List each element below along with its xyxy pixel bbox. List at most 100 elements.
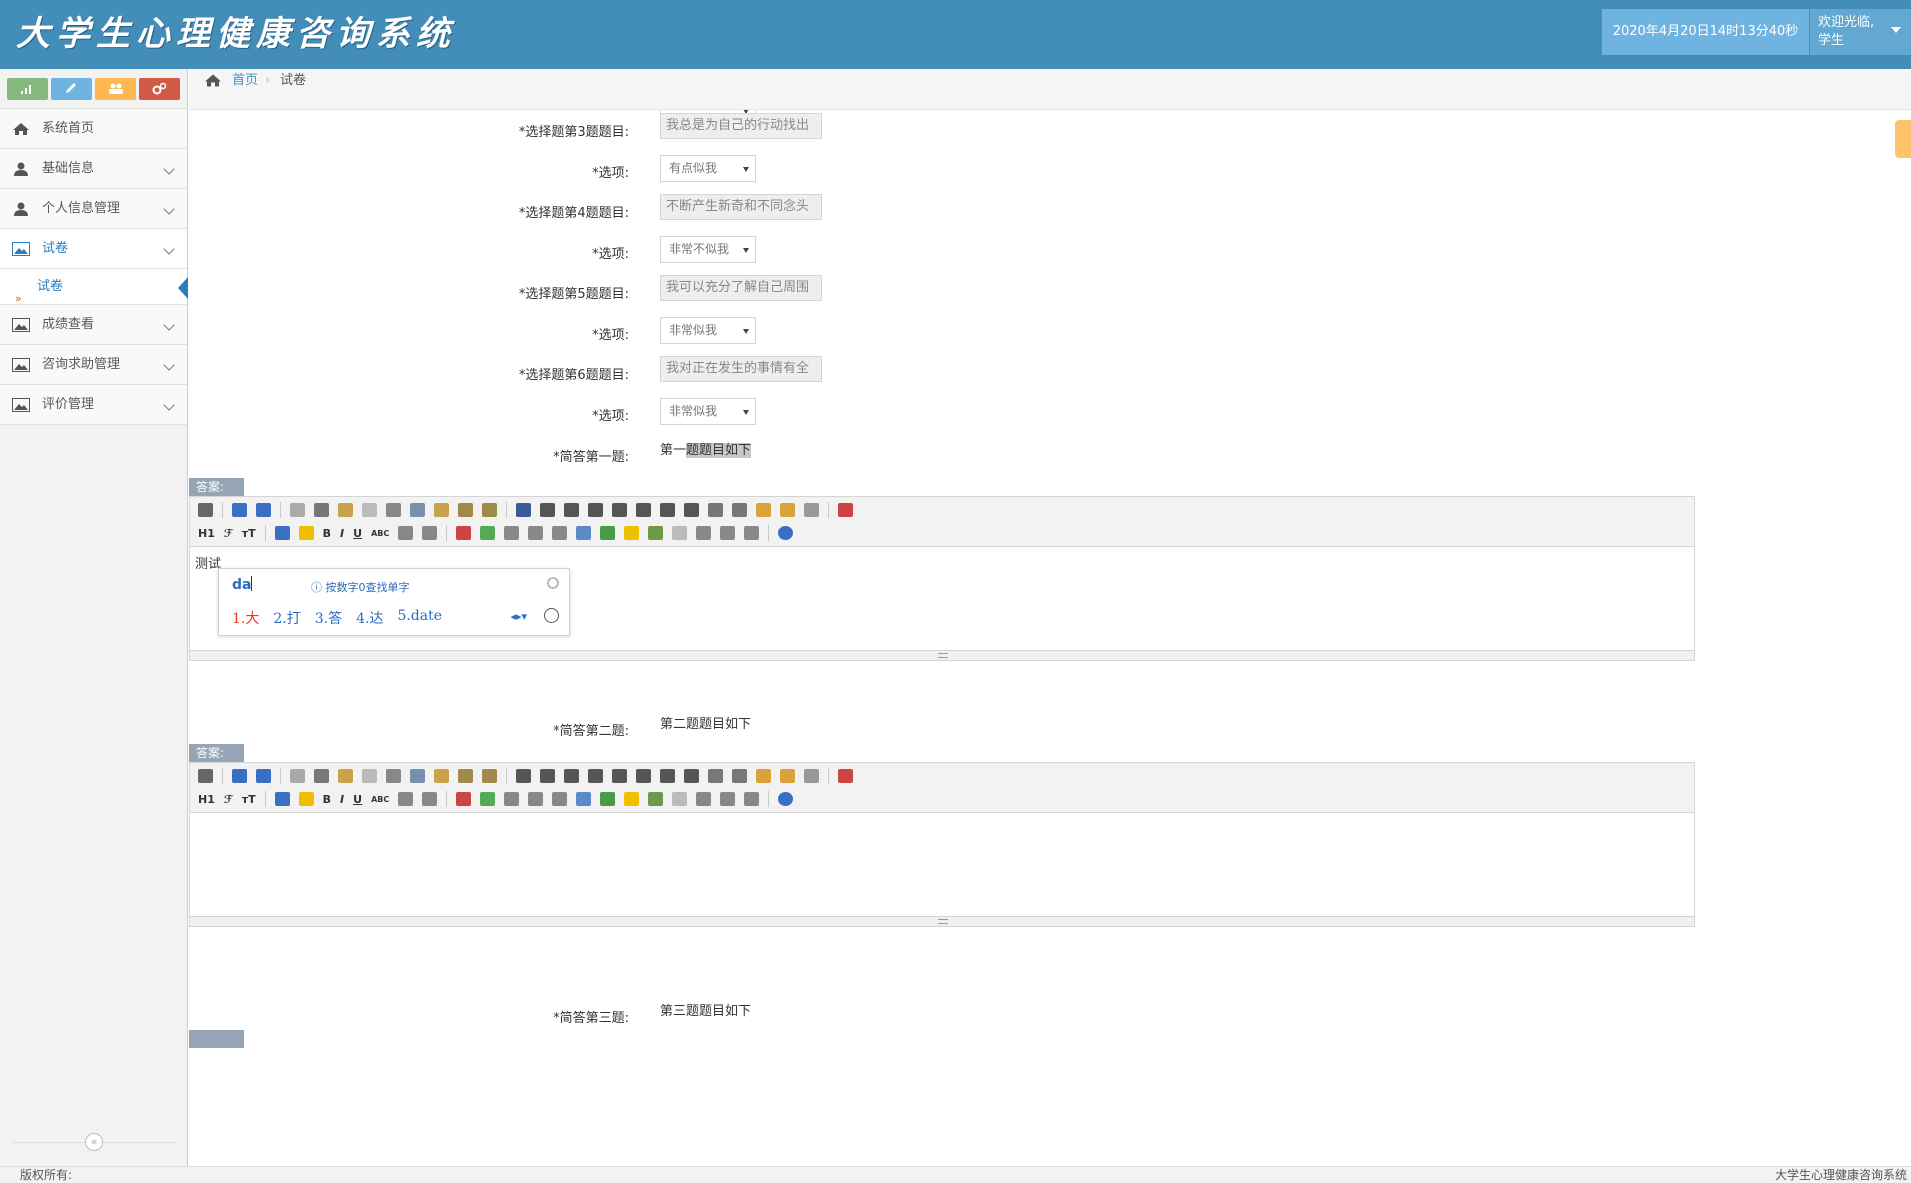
pencil-icon[interactable] — [51, 78, 92, 100]
print-icon[interactable] — [314, 503, 329, 517]
sidebar-item-consult[interactable]: 咨询求助管理 — [0, 345, 187, 385]
sidebar-item-home[interactable]: 系统首页 — [0, 109, 187, 149]
image-icon[interactable] — [456, 526, 472, 540]
pagebreak-icon[interactable] — [672, 526, 688, 540]
emoji-icon[interactable] — [544, 608, 559, 623]
indent-icon[interactable] — [660, 769, 675, 783]
user-menu[interactable]: 欢迎光临, 学生 — [1810, 9, 1911, 55]
cogs-icon[interactable] — [139, 78, 180, 100]
sidebar-item-scores[interactable]: 成绩查看 — [0, 305, 187, 345]
paste-icon[interactable] — [434, 503, 449, 517]
ordered-list-icon[interactable] — [612, 503, 627, 517]
ime-candidate[interactable]: 4.达 — [356, 608, 383, 628]
editor-resize-bar[interactable] — [190, 916, 1694, 926]
select-all-icon[interactable] — [804, 769, 819, 783]
answer-editor-2[interactable]: H1 ℱᴛT B I U ABC — [189, 762, 1695, 927]
flash-icon[interactable] — [504, 526, 520, 540]
bold-button[interactable]: B — [323, 793, 331, 806]
gear-icon[interactable] — [547, 577, 559, 589]
attachment-icon[interactable] — [552, 526, 568, 540]
template-icon[interactable] — [338, 769, 353, 783]
anchor-icon[interactable] — [696, 526, 712, 540]
map-icon[interactable] — [648, 526, 664, 540]
bold-button[interactable]: B — [323, 527, 331, 540]
heading-menu[interactable]: H1 — [198, 793, 215, 806]
map-icon[interactable] — [648, 792, 664, 806]
pagebreak-icon[interactable] — [672, 792, 688, 806]
unlink-icon[interactable] — [744, 792, 760, 806]
hr-icon[interactable] — [398, 526, 414, 540]
sidebar-item-basic-info[interactable]: 基础信息 — [0, 149, 187, 189]
copy-icon[interactable] — [410, 503, 425, 517]
redo-icon[interactable] — [256, 503, 271, 517]
align-right-icon[interactable] — [564, 769, 579, 783]
group-icon[interactable] — [95, 78, 136, 100]
unordered-list-icon[interactable] — [636, 769, 651, 783]
source-icon[interactable] — [198, 769, 213, 783]
strikethrough-button[interactable]: ABC — [371, 529, 389, 538]
undo-icon[interactable] — [232, 503, 247, 517]
attachment-icon[interactable] — [552, 792, 568, 806]
highlight-color-icon[interactable] — [298, 792, 314, 806]
italic-button[interactable]: I — [340, 793, 344, 806]
paste-text-icon[interactable] — [458, 769, 473, 783]
paste-icon[interactable] — [434, 769, 449, 783]
align-center-icon[interactable] — [540, 769, 555, 783]
eraser-icon[interactable] — [422, 792, 438, 806]
help-icon[interactable] — [778, 792, 794, 806]
ime-page-arrows-icon[interactable]: ◂▸▾ — [510, 610, 527, 623]
multi-image-icon[interactable] — [480, 792, 496, 806]
insert-row-icon[interactable] — [600, 792, 616, 806]
redo-icon[interactable] — [256, 769, 271, 783]
align-left-icon[interactable] — [516, 503, 531, 517]
emoticon-icon[interactable] — [624, 526, 640, 540]
ime-candidate[interactable]: 5.date — [397, 608, 442, 628]
subscript-icon[interactable] — [708, 503, 723, 517]
sidebar-subitem-exam[interactable]: » 试卷 — [0, 269, 188, 305]
preview-icon[interactable] — [290, 503, 305, 517]
font-color-icon[interactable] — [274, 526, 290, 540]
print-icon[interactable] — [314, 769, 329, 783]
hr-icon[interactable] — [398, 792, 414, 806]
emoticon-icon[interactable] — [624, 792, 640, 806]
table-icon[interactable] — [576, 792, 592, 806]
paste-word-icon[interactable] — [482, 503, 497, 517]
image-icon[interactable] — [456, 792, 472, 806]
link-icon[interactable] — [720, 792, 736, 806]
ordered-list-icon[interactable] — [612, 769, 627, 783]
align-right-icon[interactable] — [564, 503, 579, 517]
insert-row-icon[interactable] — [600, 526, 616, 540]
unordered-list-icon[interactable] — [636, 503, 651, 517]
editor-resize-bar[interactable] — [190, 650, 1694, 660]
source-icon[interactable] — [198, 503, 213, 517]
paste-word-icon[interactable] — [482, 769, 497, 783]
ime-candidate[interactable]: 3.答 — [315, 608, 342, 628]
select-all-icon[interactable] — [804, 503, 819, 517]
sidebar-item-exam[interactable]: 试卷 — [0, 229, 187, 269]
format-painter-icon[interactable] — [780, 503, 795, 517]
sidebar-item-personal-info[interactable]: 个人信息管理 — [0, 189, 187, 229]
font-size-menu[interactable]: ᴛT — [242, 793, 256, 806]
clear-format-icon[interactable] — [756, 769, 771, 783]
template-icon[interactable] — [338, 503, 353, 517]
multi-image-icon[interactable] — [480, 526, 496, 540]
font-size-menu[interactable]: ᴛT — [242, 527, 256, 540]
justify-icon[interactable] — [588, 769, 603, 783]
signal-icon[interactable] — [7, 78, 48, 100]
ime-candidate[interactable]: 1.大 — [232, 608, 259, 628]
align-center-icon[interactable] — [540, 503, 555, 517]
fullscreen-icon[interactable] — [838, 769, 853, 783]
justify-icon[interactable] — [588, 503, 603, 517]
underline-button[interactable]: U — [353, 527, 362, 540]
heading-menu[interactable]: H1 — [198, 527, 215, 540]
media-icon[interactable] — [528, 792, 544, 806]
unlink-icon[interactable] — [744, 526, 760, 540]
sidebar-item-evaluation[interactable]: 评价管理 — [0, 385, 187, 425]
flash-icon[interactable] — [504, 792, 520, 806]
q3-option-select[interactable]: 有点似我 — [660, 155, 756, 182]
italic-button[interactable]: I — [340, 527, 344, 540]
superscript-icon[interactable] — [732, 503, 747, 517]
undo-icon[interactable] — [232, 769, 247, 783]
collapse-button[interactable]: « — [85, 1133, 103, 1151]
format-painter-icon[interactable] — [780, 769, 795, 783]
